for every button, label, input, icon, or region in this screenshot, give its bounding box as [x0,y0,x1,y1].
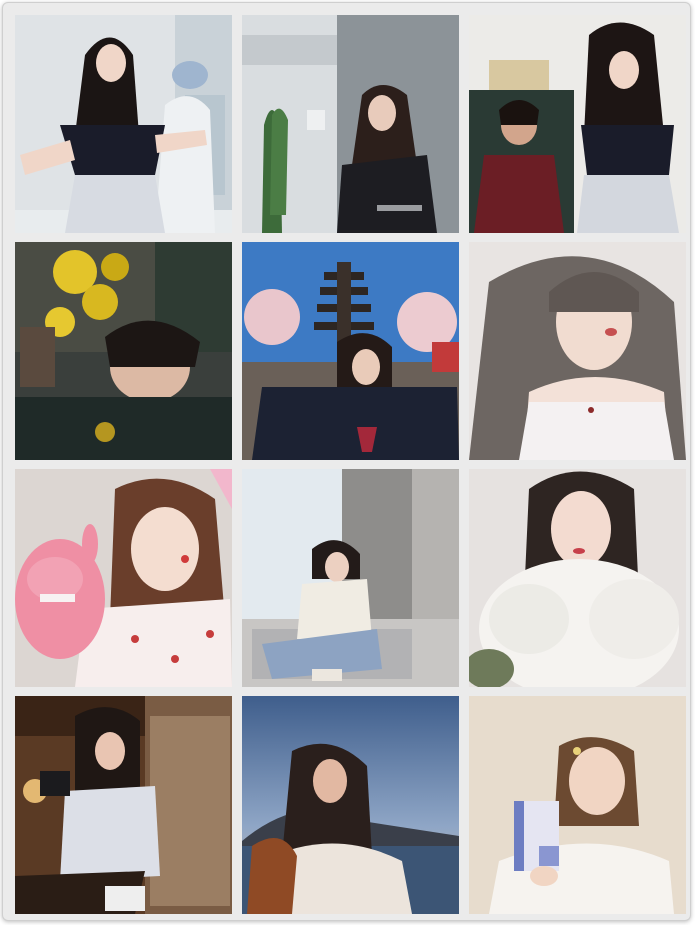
photo-7 [15,469,232,687]
photo-1 [15,15,232,233]
photo-8 [242,469,459,687]
photo-3 [469,15,686,233]
photo-12 [469,696,686,914]
photo-10 [15,696,232,914]
photo-6 [469,242,686,460]
photo-grid [15,15,686,914]
photo-9 [469,469,686,687]
photo-11 [242,696,459,914]
photo-4 [15,242,232,460]
photo-2 [242,15,459,233]
photo-5 [242,242,459,460]
collage-frame [2,2,691,921]
